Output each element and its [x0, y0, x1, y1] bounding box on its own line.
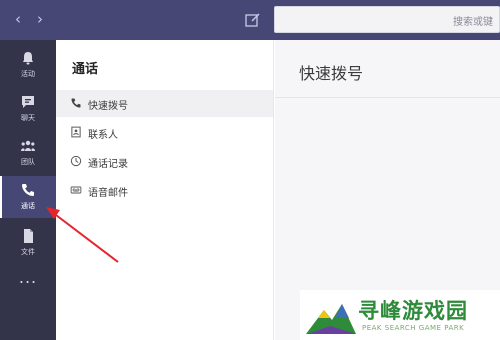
phone-icon	[22, 184, 34, 196]
voicemail-icon	[70, 186, 82, 194]
history-icon	[70, 155, 82, 167]
rail-label: 聊天	[21, 114, 35, 122]
rail-label: 通话	[21, 202, 35, 210]
rail-item-files[interactable]: 文件	[0, 222, 56, 264]
search-placeholder: 搜索或键	[453, 17, 493, 28]
rail-label: 文件	[21, 248, 35, 256]
top-bar: ‹ › 搜索或键	[0, 0, 500, 40]
menu-item-call-history[interactable]: 通话记录	[56, 148, 273, 175]
bell-icon	[23, 52, 33, 65]
menu-label: 联系人	[88, 130, 118, 141]
app-rail: 活动 聊天 团队 通话 文件 ...	[0, 40, 56, 340]
chat-icon	[22, 96, 34, 108]
calls-panel: 通话 快速拨号 联系人 通话记录 语音邮件	[56, 40, 274, 340]
mountain-logo-icon	[306, 304, 356, 334]
menu-label: 通话记录	[88, 159, 128, 170]
rail-label: 团队	[21, 158, 35, 166]
watermark-text: 寻峰游戏园	[358, 299, 468, 323]
watermark: 寻峰游戏园 PEAK SEARCH GAME PARK	[300, 290, 500, 340]
rail-item-calls[interactable]: 通话	[0, 176, 56, 218]
page-title: 快速拨号	[299, 64, 364, 83]
rail-item-activity[interactable]: 活动	[0, 44, 56, 86]
rail-label: 活动	[21, 70, 35, 78]
panel-title: 通话	[72, 62, 99, 77]
menu-item-voicemail[interactable]: 语音邮件	[56, 177, 273, 204]
search-input[interactable]: 搜索或键	[274, 6, 500, 33]
menu-item-speed-dial[interactable]: 快速拨号	[56, 90, 273, 117]
rail-item-chat[interactable]: 聊天	[0, 88, 56, 130]
more-apps-button[interactable]: ...	[0, 269, 56, 291]
contacts-icon	[71, 126, 81, 138]
compose-icon[interactable]	[244, 11, 262, 29]
rail-item-teams[interactable]: 团队	[0, 132, 56, 174]
menu-label: 语音邮件	[88, 188, 128, 199]
forward-chevron-icon[interactable]: ›	[32, 10, 48, 28]
watermark-subtext: PEAK SEARCH GAME PARK	[362, 324, 465, 332]
main-header: 快速拨号	[275, 40, 500, 98]
file-icon	[24, 229, 33, 243]
teams-icon	[21, 140, 35, 151]
phone-icon	[71, 98, 81, 108]
menu-item-contacts[interactable]: 联系人	[56, 119, 273, 146]
menu-label: 快速拨号	[88, 101, 128, 112]
back-chevron-icon[interactable]: ‹	[10, 10, 26, 28]
